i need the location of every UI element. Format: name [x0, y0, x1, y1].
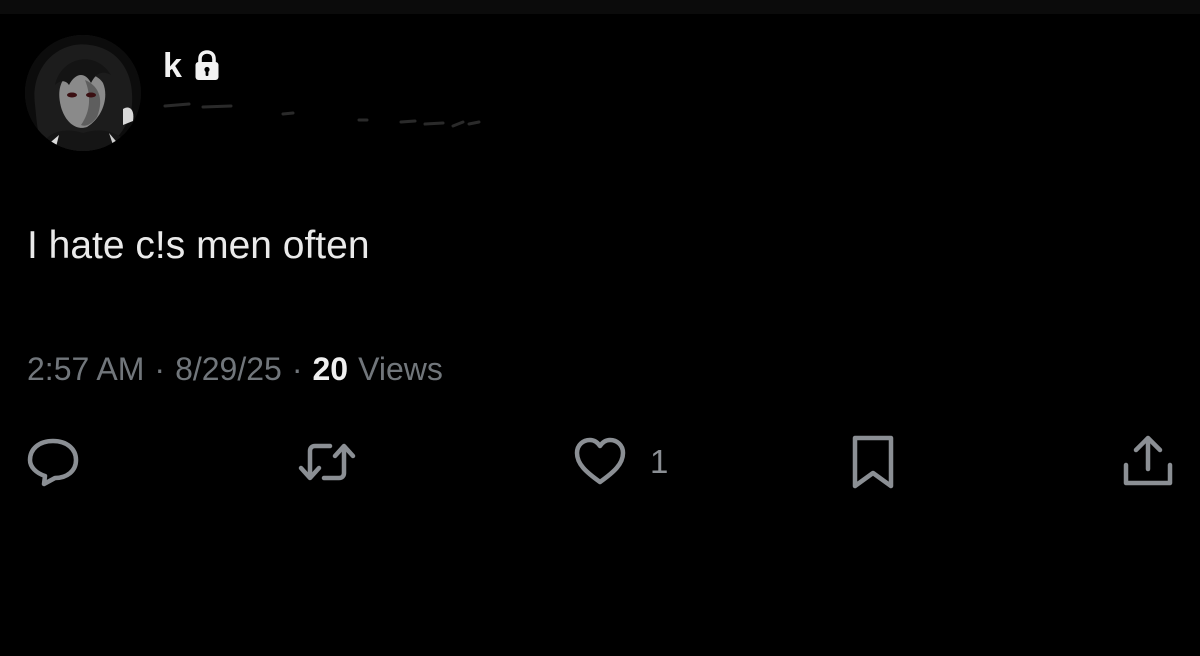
- avatar[interactable]: [25, 35, 141, 151]
- meta-separator: ·: [291, 351, 303, 387]
- retweet-icon: [298, 443, 356, 481]
- bookmark-icon: [852, 435, 894, 489]
- views-count[interactable]: 20: [312, 351, 348, 387]
- meta-separator: ·: [154, 351, 166, 387]
- author-name-row: k: [163, 46, 222, 86]
- avatar-image: [25, 35, 141, 151]
- tweet-text: I hate c!s men often: [27, 224, 370, 267]
- like-button[interactable]: 1: [572, 430, 668, 494]
- like-count: 1: [650, 443, 669, 480]
- share-button[interactable]: [1120, 430, 1176, 494]
- author-display-name[interactable]: k: [163, 46, 182, 86]
- tweet-date[interactable]: 8/29/25: [175, 351, 282, 387]
- redacted-handle: [163, 102, 481, 128]
- views-label[interactable]: Views: [358, 351, 443, 387]
- reply-button[interactable]: [24, 430, 82, 494]
- speech-bubble-icon: [27, 438, 79, 487]
- retweet-button[interactable]: [296, 430, 358, 494]
- share-upload-icon: [1123, 435, 1173, 486]
- heart-icon: [574, 437, 626, 485]
- tweet-detail: k I hate c!s men often 2:57 AM · 8/29/25 · 2…: [0, 0, 1200, 656]
- bookmark-button[interactable]: [848, 430, 898, 494]
- tweet-time[interactable]: 2:57 AM: [27, 351, 144, 387]
- lock-icon: [195, 50, 219, 80]
- tweet-meta: 2:57 AM · 8/29/25 · 20 Views: [27, 348, 443, 390]
- tweet-action-bar: 1: [0, 430, 1200, 494]
